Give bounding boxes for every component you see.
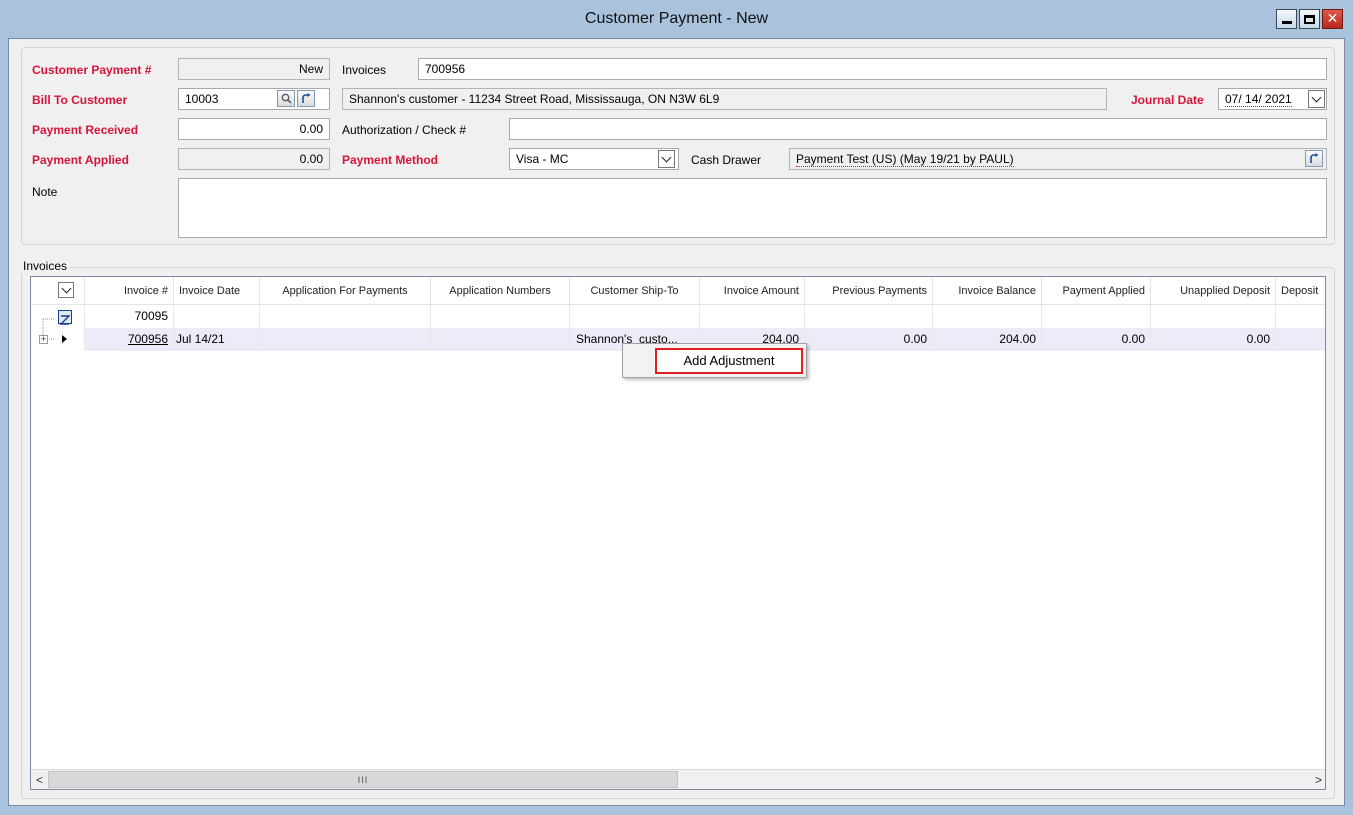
maximize-icon	[1304, 14, 1315, 24]
link-arrow-icon	[301, 92, 310, 103]
cell-previous-payments[interactable]: 0.00	[805, 328, 933, 351]
invoices-field[interactable]: 700956	[418, 58, 1327, 80]
authorization-check-field[interactable]	[509, 118, 1327, 140]
payment-method-label: Payment Method	[342, 153, 439, 167]
add-adjustment-menu-item[interactable]: Add Adjustment	[655, 348, 803, 374]
journal-date-label: Journal Date	[1131, 93, 1204, 107]
chevron-down-icon	[1311, 92, 1322, 102]
column-header-invoice-date[interactable]: Invoice Date	[174, 277, 260, 305]
column-header-application-for-payments[interactable]: Application For Payments	[260, 277, 431, 305]
payment-applied-field: 0.00	[178, 148, 330, 170]
cell-invoice-balance[interactable]: 204.00	[933, 328, 1042, 351]
scroll-right-button[interactable]: >	[1310, 770, 1325, 789]
cash-drawer-label: Cash Drawer	[691, 153, 762, 167]
journal-date-dropdown[interactable]	[1308, 90, 1325, 108]
cell-payment-applied[interactable]: 0.00	[1042, 328, 1151, 351]
magnifier-icon	[281, 93, 292, 104]
invoices-group-label: Invoices	[21, 259, 70, 273]
row-selector[interactable]: +	[31, 328, 85, 351]
horizontal-scrollbar[interactable]: < III >	[31, 769, 1325, 789]
tree-line-icon	[42, 328, 67, 343]
filter-cell-payment-applied[interactable]	[1042, 305, 1151, 328]
journal-date-value: 07/ 14/ 2021	[1225, 92, 1292, 107]
note-label: Note	[32, 185, 58, 199]
filter-cell-unapplied-deposit[interactable]	[1151, 305, 1276, 328]
close-icon: ✕	[1326, 11, 1339, 27]
customer-payment-number-field: New	[178, 58, 330, 80]
column-header-customer-ship-to[interactable]: Customer Ship-To	[570, 277, 700, 305]
scroll-left-button[interactable]: <	[31, 770, 48, 789]
filter-cell-previous-payments[interactable]	[805, 305, 933, 328]
column-chooser-button[interactable]	[58, 282, 74, 298]
customer-payment-window: Customer Payment - New ✕ Customer Paymen…	[0, 0, 1353, 815]
window-controls: ✕	[1276, 9, 1343, 29]
minimize-button[interactable]	[1276, 9, 1297, 29]
column-header-payment-applied[interactable]: Payment Applied	[1042, 277, 1151, 305]
note-textarea[interactable]	[178, 178, 1327, 238]
bill-to-address-field: Shannon's customer - 11234 Street Road, …	[342, 88, 1107, 110]
filter-glyph	[59, 315, 71, 325]
grid-header: Invoice # Invoice Date Application For P…	[31, 277, 1325, 305]
cell-deposit[interactable]	[1276, 328, 1325, 351]
chevron-down-icon	[661, 152, 672, 162]
chevron-down-icon	[61, 283, 71, 293]
column-header-application-numbers[interactable]: Application Numbers	[431, 277, 570, 305]
payment-received-field[interactable]: 0.00	[178, 118, 330, 140]
filter-cell-customer-ship-to[interactable]	[570, 305, 700, 328]
column-header-previous-payments[interactable]: Previous Payments	[805, 277, 933, 305]
cash-drawer-field: Payment Test (US) (May 19/21 by PAUL)	[789, 148, 1327, 170]
bill-to-customer-label: Bill To Customer	[32, 93, 128, 107]
column-header-invoice-number[interactable]: Invoice #	[85, 277, 174, 305]
customer-link-button[interactable]	[297, 90, 315, 107]
filter-cell-application-for-payments[interactable]	[260, 305, 431, 328]
payment-received-label: Payment Received	[32, 123, 139, 137]
cash-drawer-value: Payment Test (US) (May 19/21 by PAUL)	[796, 152, 1014, 167]
filter-row-selector	[31, 305, 85, 328]
filter-row: 70095	[31, 305, 1325, 328]
filter-cell-invoice-number[interactable]: 70095	[85, 305, 174, 328]
context-menu: Add Adjustment	[622, 343, 807, 378]
column-header-invoice-balance[interactable]: Invoice Balance	[933, 277, 1042, 305]
title-bar[interactable]: Customer Payment - New ✕	[0, 0, 1353, 38]
filter-cell-invoice-date[interactable]	[174, 305, 260, 328]
filter-cell-deposit[interactable]	[1276, 305, 1325, 328]
customer-lookup-button[interactable]	[277, 90, 295, 107]
cash-drawer-link-button[interactable]	[1305, 150, 1323, 167]
customer-payment-number-label: Customer Payment #	[32, 63, 152, 77]
column-chooser-cell[interactable]	[31, 277, 85, 305]
column-header-invoice-amount[interactable]: Invoice Amount	[700, 277, 805, 305]
scroll-thumb[interactable]: III	[48, 771, 678, 788]
cell-application-numbers[interactable]	[431, 328, 570, 351]
scroll-thumb-grip: III	[357, 774, 369, 785]
cell-invoice-number[interactable]: 700956	[85, 328, 174, 351]
maximize-button[interactable]	[1299, 9, 1320, 29]
payment-applied-label: Payment Applied	[32, 153, 129, 167]
authorization-check-label: Authorization / Check #	[342, 123, 467, 137]
filter-cell-invoice-amount[interactable]	[700, 305, 805, 328]
column-header-unapplied-deposit[interactable]: Unapplied Deposit	[1151, 277, 1276, 305]
minimize-icon	[1281, 20, 1292, 24]
cell-application-for-payments[interactable]	[260, 328, 431, 351]
cell-unapplied-deposit[interactable]: 0.00	[1151, 328, 1276, 351]
column-header-deposit[interactable]: Deposit	[1276, 277, 1325, 305]
payment-method-dropdown[interactable]	[658, 150, 675, 168]
payment-method-select[interactable]: Visa - MC	[509, 148, 679, 170]
cell-invoice-date[interactable]: Jul 14/21	[174, 328, 260, 351]
filter-cell-application-numbers[interactable]	[431, 305, 570, 328]
filter-cell-invoice-balance[interactable]	[933, 305, 1042, 328]
link-arrow-icon	[1309, 152, 1318, 163]
invoices-label: Invoices	[342, 63, 387, 77]
filter-icon[interactable]	[58, 310, 72, 325]
close-button[interactable]: ✕	[1322, 9, 1343, 29]
window-title: Customer Payment - New	[584, 10, 769, 27]
